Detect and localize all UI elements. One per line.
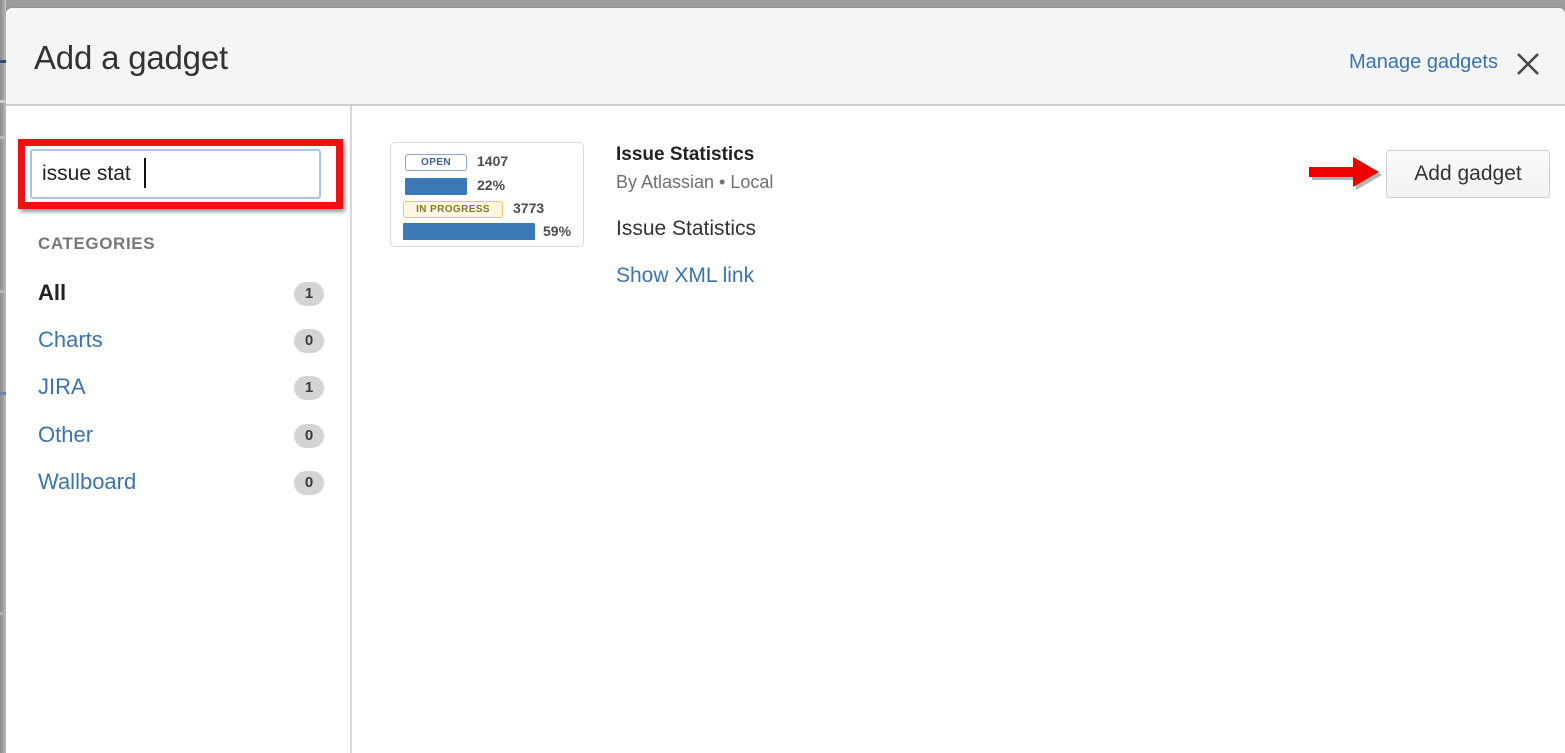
gadget-description: Issue Statistics <box>616 217 756 241</box>
dialog-header: Add a gadget Manage gadgets <box>6 8 1565 106</box>
thumbnail-percent-open: 22% <box>477 177 505 193</box>
thumbnail-count-in-progress: 3773 <box>513 200 544 216</box>
sidebar-item-wallboard[interactable]: Wallboard 0 <box>38 469 324 503</box>
search-input[interactable] <box>30 149 321 199</box>
add-gadget-dialog: Add a gadget Manage gadgets CATEGORIES A… <box>6 8 1565 753</box>
sidebar: CATEGORIES All 1 Charts 0 JIRA 1 Other 0… <box>6 106 352 753</box>
sidebar-item-count: 0 <box>294 424 324 448</box>
sidebar-item-charts[interactable]: Charts 0 <box>38 327 324 361</box>
sidebar-item-count: 0 <box>294 329 324 353</box>
add-gadget-button[interactable]: Add gadget <box>1386 150 1550 198</box>
show-xml-link[interactable]: Show XML link <box>616 264 754 288</box>
sidebar-item-label: Charts <box>38 327 103 353</box>
sidebar-item-all[interactable]: All 1 <box>38 280 324 314</box>
thumbnail-bar-open <box>405 178 467 195</box>
sidebar-item-label: All <box>38 280 66 306</box>
thumbnail-percent-in-progress: 59% <box>543 223 571 239</box>
sidebar-item-label: Wallboard <box>38 469 136 495</box>
gadget-list-item: OPEN 1407 22% IN PROGRESS 3773 59% Issue… <box>352 106 1565 306</box>
sidebar-item-other[interactable]: Other 0 <box>38 422 324 456</box>
thumbnail-status-open: OPEN <box>405 154 467 171</box>
categories-heading: CATEGORIES <box>38 234 155 254</box>
gadget-title: Issue Statistics <box>616 144 754 166</box>
sidebar-item-label: JIRA <box>38 374 86 400</box>
gadget-list-panel: OPEN 1407 22% IN PROGRESS 3773 59% Issue… <box>352 106 1565 753</box>
page-title: Add a gadget <box>34 39 228 77</box>
thumbnail-bar-in-progress <box>403 223 535 240</box>
sidebar-item-count: 1 <box>294 376 324 400</box>
sidebar-item-jira[interactable]: JIRA 1 <box>38 374 324 408</box>
sidebar-item-label: Other <box>38 422 93 448</box>
red-arrow-annotation-icon <box>1308 152 1384 196</box>
text-caret <box>144 158 146 188</box>
dialog-body: CATEGORIES All 1 Charts 0 JIRA 1 Other 0… <box>6 106 1565 753</box>
gadget-thumbnail: OPEN 1407 22% IN PROGRESS 3773 59% <box>390 142 584 247</box>
thumbnail-status-in-progress: IN PROGRESS <box>403 201 503 218</box>
sidebar-item-count: 1 <box>294 282 324 306</box>
sidebar-item-count: 0 <box>294 471 324 495</box>
gadget-author: By Atlassian • Local <box>616 172 773 193</box>
manage-gadgets-link[interactable]: Manage gadgets <box>1349 51 1498 74</box>
close-icon[interactable] <box>1513 49 1543 79</box>
thumbnail-count-open: 1407 <box>477 153 508 169</box>
